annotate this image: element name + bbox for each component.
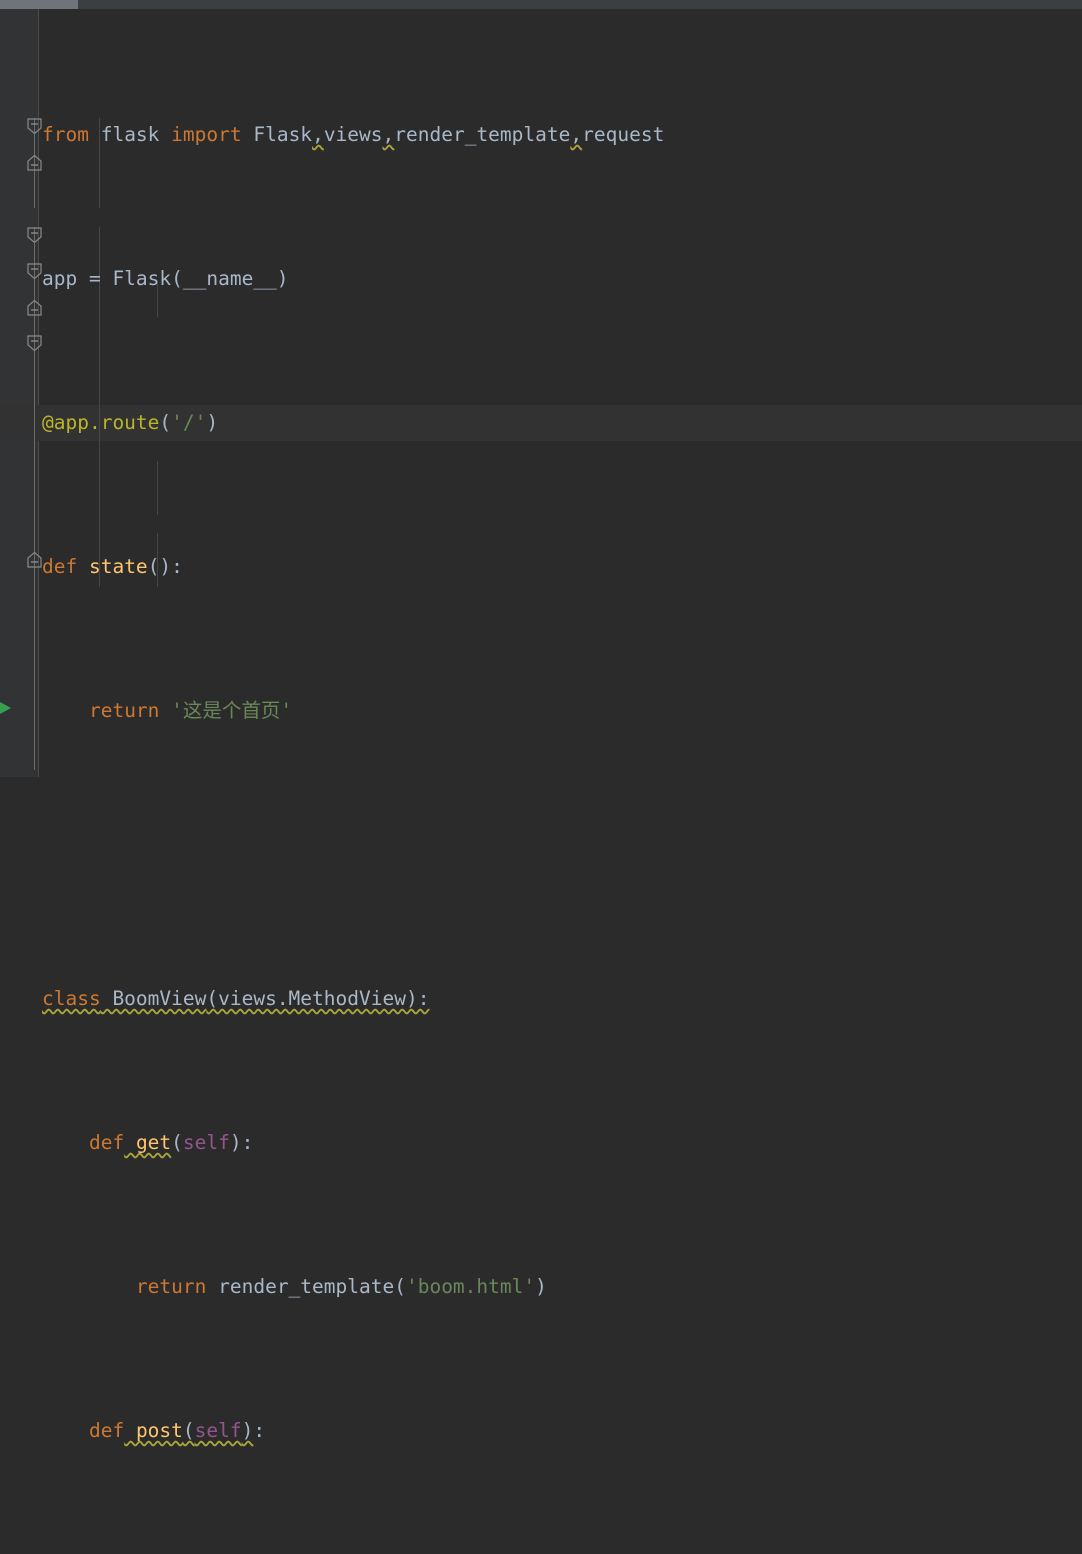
token-keyword: from [42,123,89,146]
fold-ribbon [34,587,35,770]
token-text: app = Flask(__name__) [42,267,289,290]
token-function-name: get [124,1131,172,1154]
token-paren: ( [159,411,172,434]
token-comma-warning: , [570,123,583,146]
token-call: render_template [206,1275,395,1298]
token-paren: ( [182,1419,195,1442]
token-comma-warning: , [382,123,395,146]
token-keyword: return [88,699,160,722]
token-import-names: Flask [241,123,313,146]
fold-marker-open[interactable] [26,335,43,352]
token-keyword: import [171,123,242,146]
token-comma-warning: , [312,123,324,146]
code-editor[interactable]: from flask import Flask,views,render_tem… [0,0,1082,1442]
fold-marker-end[interactable] [26,551,43,568]
token-keyword: return [135,1275,207,1298]
token-string: 'boom.html' [405,1275,536,1298]
code-line: from flask import Flask,views,render_tem… [42,117,1082,153]
token-text: ): [229,1131,254,1154]
token-paren: ( [171,1131,183,1154]
token-class-name: BoomView [100,987,207,1010]
code-text-area[interactable]: from flask import Flask,views,render_tem… [42,9,1082,1442]
fold-ribbon [34,227,35,587]
token-self-param: self [194,1419,242,1442]
code-line: return '这是个首页' [42,693,1082,729]
code-line: def state(): [42,549,1082,585]
token-keyword: class [42,987,101,1010]
code-line: return render_template('boom.html') [42,1269,1082,1305]
fold-marker-open[interactable] [26,263,43,280]
token-text: : [253,1419,266,1442]
token-paren: ( [394,1275,406,1298]
token-decorator: @app.route [42,411,160,434]
code-line: def get(self): [42,1125,1082,1161]
token-keyword: def [42,555,78,578]
code-line: def post(self): [42,1413,1082,1449]
token-keyword: def [88,1419,125,1442]
token-string: '/' [171,411,207,434]
token-keyword: def [88,1131,125,1154]
run-arrow-icon[interactable] [0,700,14,716]
code-line: app = Flask(__name__) [42,261,1082,297]
token-text: (): [147,555,183,578]
token-import-names: views [323,123,383,146]
token-module: flask [88,123,172,146]
code-line: class BoomView(views.MethodView): [42,981,1082,1017]
token-function-name: state [77,555,148,578]
token-text: (views.MethodView): [206,987,430,1010]
fold-marker-end[interactable] [26,299,43,316]
fold-marker-open[interactable] [26,227,43,244]
token-import-names: request [582,123,665,146]
horizontal-scrollbar-track[interactable] [0,0,1082,9]
token-function-name: post [124,1419,183,1442]
token-paren: ) [206,411,219,434]
fold-marker-open[interactable] [26,118,43,135]
token-text: ) [241,1419,254,1442]
fold-marker-end[interactable] [26,154,43,171]
token-paren: ) [535,1275,547,1298]
token-self-param: self [182,1131,230,1154]
token-string: '这是个首页' [159,699,293,722]
horizontal-scrollbar-thumb[interactable] [0,0,78,9]
code-line: @app.route('/') [42,405,1082,441]
token-import-names: render_template [394,123,571,146]
